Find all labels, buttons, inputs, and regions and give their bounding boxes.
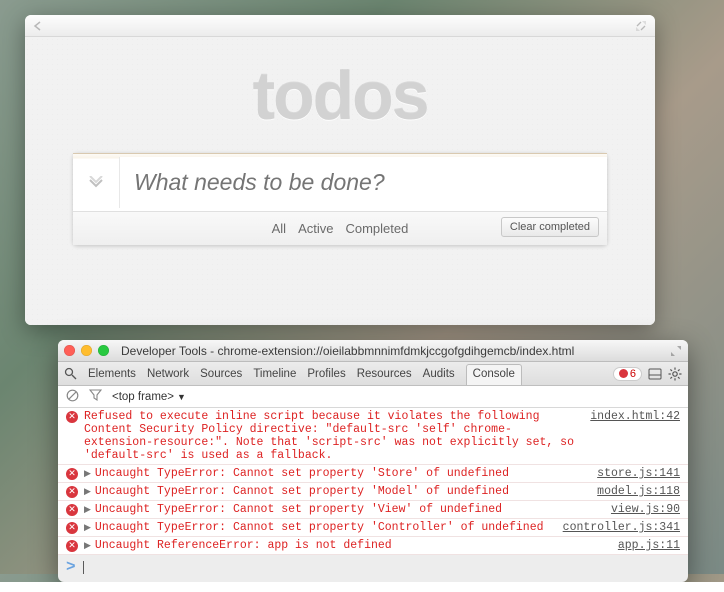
source-location-link[interactable]: app.js:11 [618,539,680,552]
filter-completed[interactable]: Completed [345,221,408,236]
console-prompt[interactable]: > [58,555,688,582]
back-arrow-icon [33,21,45,31]
prompt-chevron-icon: > [66,558,76,576]
error-icon: ✕ [66,540,78,552]
error-icon: ✕ [66,468,78,480]
tab-console[interactable]: Console [466,364,522,385]
chevron-down-icon [87,176,105,190]
expand-icon[interactable] [635,20,647,32]
inspect-icon[interactable] [64,367,77,380]
console-error-row[interactable]: ✕ ▶ Uncaught TypeError: Cannot set propert… [58,501,688,519]
expand-triangle-icon[interactable]: ▶ [84,469,91,479]
error-message: Refused to execute inline script because… [84,410,580,462]
expand-icon[interactable] [670,345,682,357]
console-error-row[interactable]: ✕ ▶ Uncaught TypeError: Cannot set propert… [58,465,688,483]
error-message: Uncaught TypeError: Cannot set property … [95,503,601,516]
error-message: Uncaught TypeError: Cannot set property … [95,521,553,534]
expand-triangle-icon[interactable]: ▶ [84,523,91,533]
tab-network[interactable]: Network [147,368,189,380]
error-message: Uncaught TypeError: Cannot set property … [95,485,587,498]
new-todo-input[interactable] [119,157,607,208]
tab-timeline[interactable]: Timeline [253,368,296,380]
source-location-link[interactable]: view.js:90 [611,503,680,516]
tab-sources[interactable]: Sources [200,368,242,380]
zoom-window-button[interactable] [98,345,109,356]
devtools-window: Developer Tools - chrome-extension://oie… [58,340,688,582]
todos-app-window: todos All Active Completed Clear complet… [25,15,655,325]
error-icon: ✕ [66,504,78,516]
frame-selector[interactable]: <top frame> ▼ [112,391,186,403]
expand-triangle-icon[interactable]: ▶ [84,487,91,497]
filters: All Active Completed [272,221,409,236]
dropdown-triangle-icon: ▼ [177,392,186,402]
console-error-row[interactable]: ✕ ▶ Uncaught ReferenceError: app is not de… [58,537,688,555]
clear-completed-button[interactable]: Clear completed [501,217,599,237]
console-error-row[interactable]: ✕ Refused to execute inline script becaus… [58,408,688,465]
window-controls [64,345,109,356]
error-icon: ✕ [66,411,78,423]
tab-elements[interactable]: Elements [88,368,136,380]
text-cursor [83,561,84,574]
gear-icon[interactable] [668,367,682,381]
devtools-titlebar[interactable]: Developer Tools - chrome-extension://oie… [58,340,688,362]
error-message: Uncaught ReferenceError: app is not defi… [95,539,608,552]
filter-all[interactable]: All [272,221,286,236]
error-dot-icon [619,369,628,378]
tab-profiles[interactable]: Profiles [307,368,345,380]
tab-resources[interactable]: Resources [357,368,412,380]
filter-active[interactable]: Active [298,221,333,236]
todos-titlebar[interactable] [25,15,655,37]
error-message: Uncaught TypeError: Cannot set property … [95,467,587,480]
todo-footer: All Active Completed Clear completed [73,211,607,245]
source-location-link[interactable]: index.html:42 [590,410,680,423]
error-count: 6 [630,368,636,380]
drawer-toggle-icon[interactable] [648,368,662,380]
minimize-window-button[interactable] [81,345,92,356]
expand-triangle-icon[interactable]: ▶ [84,505,91,515]
devtools-title: Developer Tools - chrome-extension://oie… [121,344,664,358]
todos-content: todos All Active Completed Clear complet… [25,37,655,325]
source-location-link[interactable]: store.js:141 [597,467,680,480]
error-icon: ✕ [66,522,78,534]
source-location-link[interactable]: controller.js:341 [563,521,680,534]
console-error-row[interactable]: ✕ ▶ Uncaught TypeError: Cannot set propert… [58,483,688,501]
todo-card: All Active Completed Clear completed [73,153,607,245]
todos-heading: todos [252,57,427,135]
expand-triangle-icon[interactable]: ▶ [84,541,91,551]
console-error-row[interactable]: ✕ ▶ Uncaught TypeError: Cannot set propert… [58,519,688,537]
close-window-button[interactable] [64,345,75,356]
source-location-link[interactable]: model.js:118 [597,485,680,498]
frame-selector-label: <top frame> [112,391,174,403]
devtools-tabbar: Elements Network Sources Timeline Profil… [58,362,688,386]
toggle-all-button[interactable] [73,176,119,190]
console-output: ✕ Refused to execute inline script becaus… [58,408,688,555]
clear-console-icon[interactable] [66,389,79,405]
todo-input-row [73,153,607,211]
error-count-badge[interactable]: 6 [613,367,642,381]
filter-icon[interactable] [89,389,102,404]
console-toolbar: <top frame> ▼ [58,386,688,408]
tab-audits[interactable]: Audits [423,368,455,380]
error-icon: ✕ [66,486,78,498]
